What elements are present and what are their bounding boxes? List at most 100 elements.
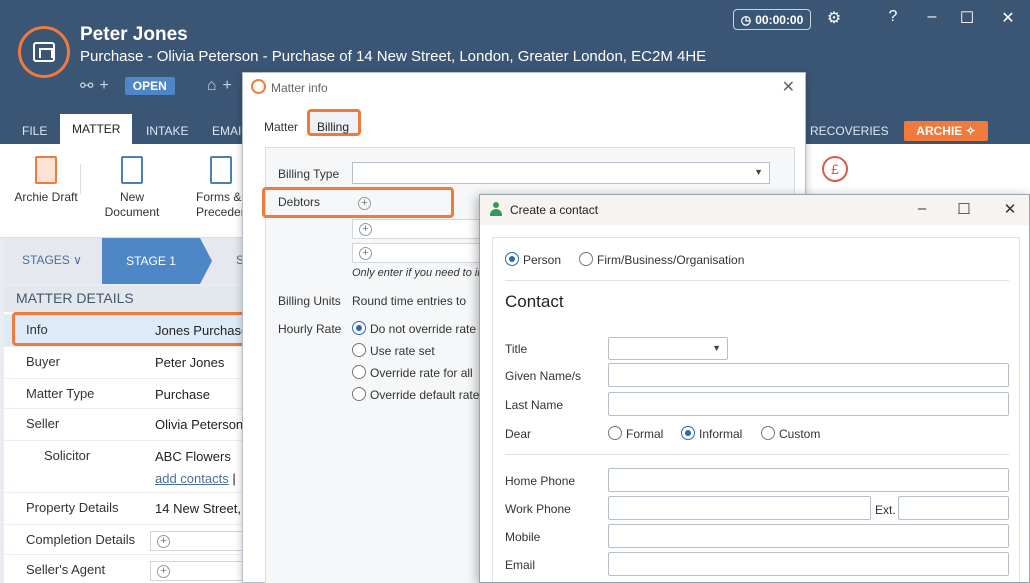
stages-label: STAGES — [22, 253, 70, 267]
dear-custom-option[interactable]: Custom — [761, 426, 820, 441]
stage-1[interactable]: STAGE 1 — [102, 238, 212, 284]
work-phone-field[interactable] — [608, 496, 871, 520]
mobile-label: Mobile — [505, 530, 541, 544]
header-tools: ⚯ + OPEN ⌂ + — [80, 76, 232, 96]
type-person-option[interactable]: Person — [505, 252, 561, 267]
rate-option-2[interactable]: Use rate set — [352, 343, 435, 358]
rate-option-4[interactable]: Override default rate — [352, 387, 479, 402]
row-key: Seller — [26, 416, 60, 431]
minimize-icon[interactable]: – — [920, 8, 944, 26]
sellers-agent-input[interactable]: + — [150, 561, 250, 581]
tab-matter-info-billing[interactable]: Billing — [317, 120, 349, 134]
dear-label: Dear — [505, 427, 532, 441]
row-key: Solicitor — [44, 448, 91, 463]
person-icon — [489, 202, 503, 216]
client-name: Peter Jones — [80, 24, 188, 45]
dear-option-label: Informal — [699, 427, 743, 441]
stages-bar: STAGES ∨ STAGE 1 S — [4, 238, 244, 284]
ext-field[interactable] — [898, 496, 1009, 520]
tag-icon[interactable]: ⌂ — [207, 77, 217, 95]
given-name-label: Given Name/s — [505, 369, 582, 383]
stages-dropdown[interactable]: STAGES ∨ — [22, 253, 82, 267]
forms-icon — [210, 156, 232, 184]
add-contacts-link[interactable]: add contacts — [155, 471, 229, 486]
help-icon[interactable]: ? — [881, 8, 905, 26]
divider — [505, 280, 1009, 281]
radio-selected — [352, 321, 366, 335]
completion-input[interactable]: + — [150, 531, 250, 551]
radio — [608, 426, 622, 440]
type-firm-option[interactable]: Firm/Business/Organisation — [579, 252, 744, 267]
rate-option-3[interactable]: Override rate for all — [352, 365, 473, 380]
rate-option-label: Use rate set — [370, 344, 435, 358]
email-label: Email — [505, 558, 536, 572]
maximize-icon[interactable]: ☐ — [954, 200, 974, 218]
tab-matter[interactable]: MATTER — [60, 114, 133, 144]
mobile-field[interactable] — [608, 524, 1009, 548]
dear-informal-option[interactable]: Informal — [681, 426, 742, 441]
matter-row-property[interactable]: Property Details 14 New Street, — [4, 492, 244, 524]
workflow-icon[interactable]: ⚯ — [80, 76, 93, 96]
add-icon: + — [157, 565, 170, 578]
tab-matter-info-matter[interactable]: Matter — [264, 120, 298, 134]
matter-row-matter-type[interactable]: Matter Type Purchase — [4, 378, 244, 408]
title-label: Title — [505, 342, 528, 356]
title-select[interactable]: ▼ — [608, 337, 728, 360]
add-icon: + — [359, 223, 372, 236]
matter-row-completion[interactable]: Completion Details + — [4, 524, 250, 554]
home-phone-field[interactable] — [608, 468, 1009, 492]
matter-row-buyer[interactable]: Buyer Peter Jones — [4, 346, 244, 378]
pound-search-icon[interactable]: £ — [822, 156, 848, 182]
rate-option-label: Do not override rate — [370, 322, 477, 336]
add-tag-icon[interactable]: + — [222, 77, 231, 95]
close-icon[interactable]: ✕ — [782, 77, 795, 97]
timer-button[interactable]: ◷ 00:00:00 — [733, 9, 811, 30]
tab-intake[interactable]: INTAKE — [134, 118, 200, 144]
debtor-slot-3[interactable]: + — [352, 243, 480, 263]
last-name-label: Last Name — [505, 398, 564, 412]
new-document-button[interactable]: New Document — [92, 156, 172, 220]
add-icon[interactable]: + — [99, 77, 108, 95]
maximize-icon[interactable]: ☐ — [955, 8, 979, 28]
given-name-field[interactable] — [608, 363, 1009, 387]
dear-option-label: Formal — [626, 427, 664, 441]
archie-button[interactable]: ARCHIE ✧ — [904, 121, 988, 141]
new-document-label: New Document — [104, 190, 160, 219]
debtor-slot-1[interactable]: + — [352, 194, 448, 214]
row-value: Olivia Peterson — [155, 417, 244, 432]
matter-row-solicitor[interactable]: Solicitor ABC Flowers add contacts | — [4, 440, 244, 492]
row-key: Completion Details — [26, 532, 136, 547]
close-icon[interactable]: ✕ — [996, 8, 1020, 28]
document-icon — [121, 156, 143, 184]
tab-recoveries[interactable]: RECOVERIES — [798, 118, 901, 144]
radio-selected — [681, 426, 695, 440]
close-icon[interactable]: ✕ — [1000, 200, 1020, 218]
billing-type-select[interactable]: ▼ — [352, 162, 770, 184]
debtor-slot-2[interactable]: + — [352, 219, 480, 239]
row-key: Matter Type — [26, 386, 95, 401]
row-value: ABC Flowers — [155, 449, 231, 464]
create-contact-dialog: Create a contact – ☐ ✕ Person Firm/Busin… — [479, 194, 1030, 583]
row-key: Seller's Agent — [26, 562, 106, 577]
email-field[interactable] — [608, 552, 1009, 576]
gear-icon[interactable]: ⚙ — [822, 8, 846, 28]
add-icon: + — [157, 535, 170, 548]
link-separator: | — [232, 471, 236, 486]
matter-row-sellers-agent[interactable]: Seller's Agent + — [4, 554, 250, 583]
add-icon: + — [358, 197, 371, 210]
ribbon-separator — [80, 164, 81, 194]
work-phone-label: Work Phone — [505, 502, 571, 516]
last-name-field[interactable] — [608, 392, 1009, 416]
rate-option-1[interactable]: Do not override rate — [352, 321, 476, 336]
timer-value: 00:00:00 — [755, 12, 804, 27]
archie-button-label: ARCHIE — [916, 124, 963, 138]
rate-option-label: Override default rate — [370, 388, 480, 402]
dear-formal-option[interactable]: Formal — [608, 426, 663, 441]
matter-row-seller[interactable]: Seller Olivia Peterson — [4, 408, 244, 440]
minimize-icon[interactable]: – — [912, 200, 932, 217]
row-value: 14 New Street, — [155, 501, 241, 516]
dear-option-label: Custom — [779, 427, 821, 441]
status-badge[interactable]: OPEN — [124, 77, 175, 95]
archie-draft-button[interactable]: Archie Draft — [14, 156, 78, 205]
tab-file[interactable]: FILE — [10, 118, 59, 144]
